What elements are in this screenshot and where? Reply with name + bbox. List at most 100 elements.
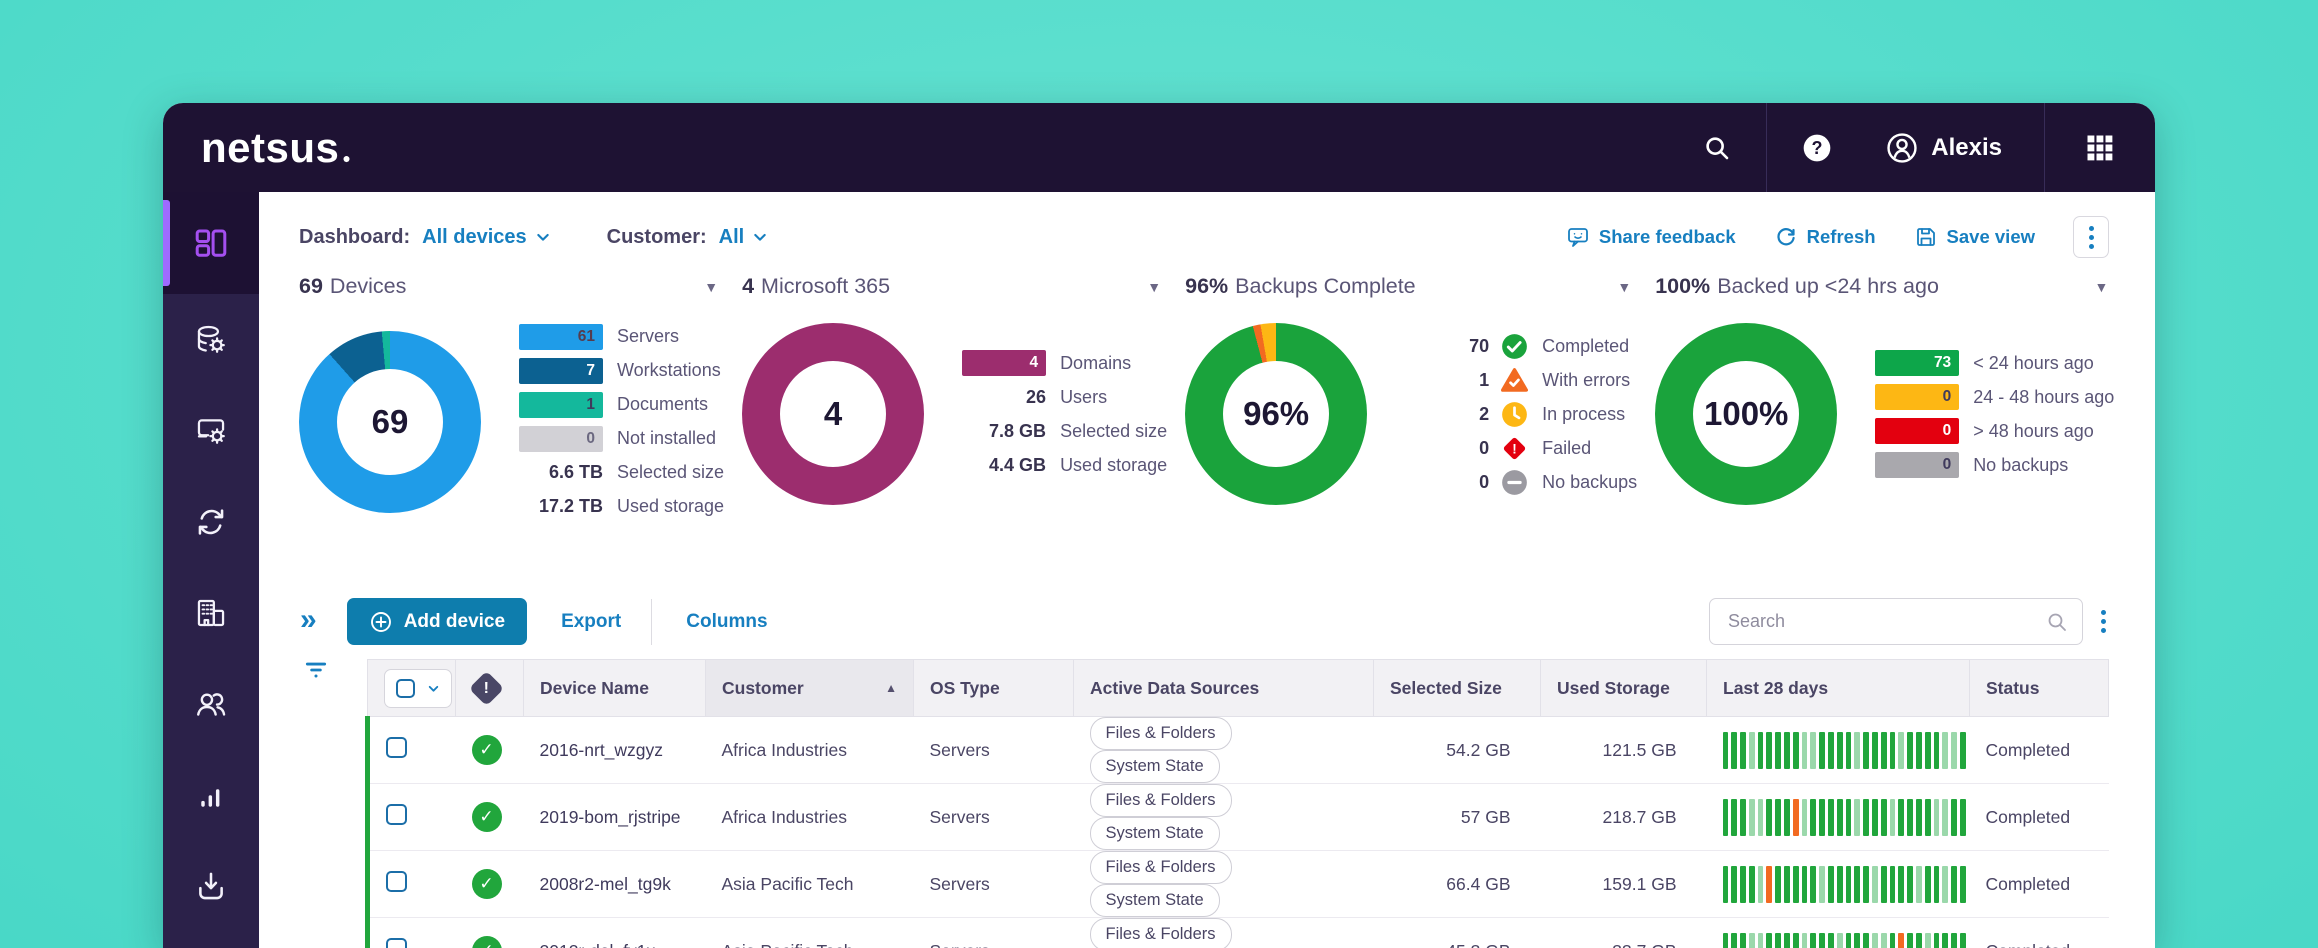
day-bar — [1898, 799, 1904, 836]
row-checkbox[interactable] — [386, 938, 407, 948]
column-header-os-type[interactable]: OS Type — [914, 660, 1074, 717]
device-table: ! Device Name Customer▲ OS Type Active D… — [365, 659, 2109, 948]
legend-label: In process — [1542, 404, 1625, 425]
status-cell: Completed — [1986, 874, 2071, 894]
dashboard-select-label: Dashboard: — [299, 226, 410, 249]
select-all-checkbox[interactable] — [396, 679, 415, 698]
column-header-used-storage[interactable]: Used Storage — [1541, 660, 1707, 717]
sidebar-item-backup-management[interactable] — [163, 294, 259, 385]
legend-row: 6.6 TBSelected size — [515, 459, 724, 486]
search-input[interactable] — [1709, 598, 2083, 645]
day-bar — [1740, 933, 1746, 948]
donut-hole: 96% — [1223, 361, 1329, 467]
filter-icon[interactable] — [303, 657, 329, 683]
app-switcher-button[interactable] — [2045, 103, 2155, 192]
refresh-button[interactable]: Refresh — [1774, 225, 1876, 249]
chevron-down-icon[interactable] — [427, 682, 440, 695]
day-bar — [1784, 732, 1790, 769]
dashboard-select[interactable]: Dashboard: All devices — [299, 226, 551, 249]
sidebar-item-dashboard[interactable] — [163, 192, 259, 294]
user-menu[interactable]: Alexis — [1843, 103, 2044, 192]
day-bar — [1863, 732, 1869, 769]
day-bar — [1925, 799, 1931, 836]
feedback-icon — [1566, 225, 1590, 249]
global-search-button[interactable] — [1668, 103, 1766, 192]
day-bar — [1740, 732, 1746, 769]
legend-label: Selected size — [617, 462, 724, 483]
sidebar-item-users[interactable] — [163, 658, 259, 749]
table-menu-button[interactable] — [2101, 610, 2106, 633]
error-triangle-icon — [1501, 367, 1528, 394]
device-name-cell: 2019-bom_rjstripe — [540, 807, 681, 827]
expand-panel-icon[interactable]: » — [300, 605, 317, 635]
widget-dropdown-caret[interactable]: ▼ — [1611, 277, 1637, 297]
os-type-cell: Servers — [930, 941, 990, 948]
database-gear-icon — [194, 323, 228, 357]
legend-label: Selected size — [1060, 421, 1167, 442]
widget-title: Backed up <24 hrs ago — [1717, 274, 1939, 299]
device-name-cell: 2008r2-mel_tg9k — [540, 874, 671, 894]
alert-priority-icon[interactable]: ! — [469, 670, 504, 705]
day-bar — [1934, 732, 1940, 769]
day-bar — [1723, 732, 1729, 769]
day-bar — [1854, 866, 1860, 903]
columns-button[interactable]: Columns — [686, 611, 767, 633]
used-storage-cell: 121.5 GB — [1603, 740, 1677, 760]
column-header-selected-size[interactable]: Selected Size — [1374, 660, 1541, 717]
dashboard-menu-button[interactable] — [2073, 216, 2109, 258]
day-bar — [1793, 732, 1799, 769]
status-cell: Completed — [1986, 807, 2071, 827]
day-bar — [1951, 933, 1957, 948]
day-bar — [1749, 866, 1755, 903]
day-bar — [1854, 732, 1860, 769]
row-checkbox[interactable] — [386, 737, 407, 758]
status-ok-icon: ✓ — [472, 936, 502, 948]
donut-chart-backups-complete: 96% — [1185, 323, 1367, 505]
day-bar — [1872, 866, 1878, 903]
search-icon — [2045, 610, 2069, 634]
day-bar — [1723, 799, 1729, 836]
customer-select[interactable]: Customer: All — [607, 226, 769, 249]
sidebar-item-device-management[interactable] — [163, 385, 259, 476]
save-view-button[interactable]: Save view — [1914, 225, 2035, 249]
sidebar-item-organizations[interactable] — [163, 567, 259, 658]
os-type-cell: Servers — [930, 807, 990, 827]
day-bar — [1863, 799, 1869, 836]
legend-label: > 48 hours ago — [1973, 421, 2094, 442]
day-bar — [1819, 732, 1825, 769]
legend-badge: 1 — [519, 392, 603, 418]
help-button[interactable]: ? — [1767, 103, 1843, 192]
day-bar — [1934, 866, 1940, 903]
add-device-button[interactable]: Add device — [347, 598, 527, 645]
table-row[interactable]: ✓2016-nrt_wzgyzAfrica IndustriesServersF… — [368, 717, 2109, 784]
row-checkbox[interactable] — [386, 804, 407, 825]
column-header-device-name[interactable]: Device Name — [524, 660, 706, 717]
sidebar-item-downloads[interactable] — [163, 840, 259, 931]
share-feedback-button[interactable]: Share feedback — [1566, 225, 1736, 249]
column-header-last-28-days[interactable]: Last 28 days — [1707, 660, 1970, 717]
export-button[interactable]: Export — [561, 611, 621, 633]
day-bar — [1810, 933, 1816, 948]
column-header-active-data-sources[interactable]: Active Data Sources — [1074, 660, 1374, 717]
table-row[interactable]: ✓2012r-del_fy1xAsia Pacific TechServersF… — [368, 918, 2109, 948]
table-header-row: ! Device Name Customer▲ OS Type Active D… — [368, 660, 2109, 717]
day-bar — [1793, 933, 1799, 948]
column-header-status[interactable]: Status — [1970, 660, 2109, 717]
widget-dropdown-caret[interactable]: ▼ — [698, 277, 724, 297]
used-storage-cell: 159.1 GB — [1603, 874, 1677, 894]
row-checkbox[interactable] — [386, 871, 407, 892]
widget-dropdown-caret[interactable]: ▼ — [2088, 277, 2114, 297]
refresh-icon — [1774, 225, 1798, 249]
table-row[interactable]: ✓2019-bom_rjstripeAfrica IndustriesServe… — [368, 784, 2109, 851]
day-bar — [1863, 866, 1869, 903]
customer-select-value: All — [719, 226, 745, 249]
day-bar — [1819, 933, 1825, 948]
column-header-customer[interactable]: Customer▲ — [706, 660, 914, 717]
sidebar-item-reports[interactable] — [163, 749, 259, 840]
widget-dropdown-caret[interactable]: ▼ — [1141, 277, 1167, 297]
no-backup-circle-icon — [1501, 469, 1528, 496]
sidebar-item-sync[interactable] — [163, 476, 259, 567]
table-row[interactable]: ✓2008r2-mel_tg9kAsia Pacific TechServers… — [368, 851, 2109, 918]
legend-row: 26Users — [958, 384, 1167, 411]
widget-value: 4 — [742, 274, 754, 299]
